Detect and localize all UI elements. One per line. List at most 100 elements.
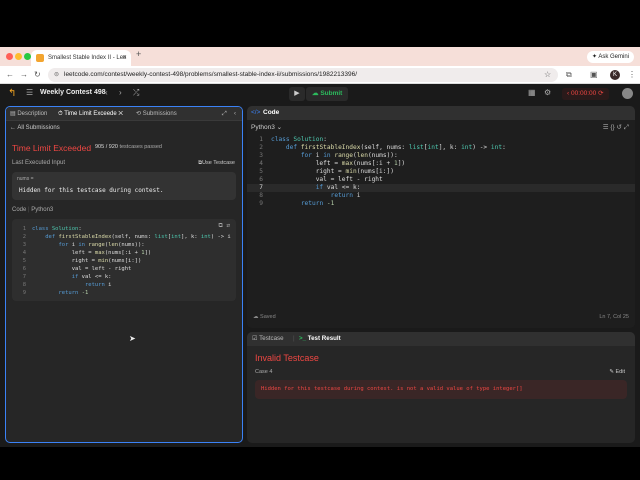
tab-testcase[interactable]: ☑ Testcase xyxy=(252,332,284,346)
url-text: leetcode.com/contest/weekly-contest-498/… xyxy=(64,71,358,78)
reload-icon[interactable]: ↻ xyxy=(34,68,41,82)
editor-code-line[interactable]: 8 return i xyxy=(247,192,635,200)
code-panel-header: </> Code xyxy=(247,106,635,120)
code-panel-title: Code xyxy=(263,109,280,116)
edit-testcase-button[interactable]: ✎ Edit xyxy=(609,369,625,375)
tab-submission-result-label: Time Limit Exceede xyxy=(64,111,117,117)
line-number: 1 xyxy=(259,136,263,143)
input-param-value: Hidden for this testcase during contest. xyxy=(19,187,164,194)
code-text: for i in range(len(nums)): xyxy=(58,242,145,248)
tab-description[interactable]: ▤ Description xyxy=(10,107,47,121)
line-number: 1 xyxy=(22,226,26,232)
editor-code-line[interactable]: 9 return -1 xyxy=(247,200,635,208)
use-testcase-button[interactable]: ⧉Use Testcase xyxy=(198,160,235,167)
maximize-window-button[interactable] xyxy=(24,53,31,60)
editor-code-line[interactable]: 3 for i in range(len(nums)): xyxy=(247,152,635,160)
shuffle-icon[interactable]: ⤮ xyxy=(133,88,139,98)
tab-submissions[interactable]: ⟲ Submissions xyxy=(136,107,177,121)
address-bar[interactable]: ⊜ leetcode.com/contest/weekly-contest-49… xyxy=(48,68,558,82)
line-number: 9 xyxy=(259,200,263,207)
close-window-button[interactable] xyxy=(6,53,13,60)
bookmark-star-icon[interactable]: ☆ xyxy=(544,68,551,82)
close-tab-icon[interactable]: ✕ xyxy=(118,111,123,117)
site-info-icon[interactable]: ⊜ xyxy=(54,68,59,82)
line-number: 2 xyxy=(259,144,263,151)
tab-submission-result[interactable]: ⏱ Time Limit Exceede ✕ xyxy=(58,107,123,121)
code-label-text: Code xyxy=(12,207,27,213)
save-status: ☁ Saved xyxy=(253,314,276,320)
screen: Smallest Stable Index II - Lee ✕ + ✦ Ask… xyxy=(0,0,640,480)
cursor-position: Ln 7, Col 25 xyxy=(599,314,629,320)
forward-icon[interactable]: → xyxy=(20,68,28,82)
line-number: 3 xyxy=(259,152,263,159)
last-input-box: nums = Hidden for this testcase during c… xyxy=(12,172,236,200)
code-text: class Solution: xyxy=(271,136,327,143)
code-text: def firstStableIndex(self, nums: list[in… xyxy=(285,144,506,151)
line-number: 4 xyxy=(22,250,26,256)
collapse-panel-icon[interactable]: ‹ xyxy=(234,107,236,121)
testcases-passed: 905 / 920 testcases passed xyxy=(95,144,162,150)
code-text: return -1 xyxy=(58,290,89,296)
code-text: if val <= k: xyxy=(71,274,112,280)
line-number: 9 xyxy=(22,290,26,296)
settings-gear-icon[interactable]: ⚙ xyxy=(544,88,551,97)
leetcode-logo-icon[interactable]: ↰ xyxy=(8,88,18,100)
format-icon[interactable]: ☰ xyxy=(603,124,609,131)
browser-window: Smallest Stable Index II - Lee ✕ + ✦ Ask… xyxy=(0,47,640,447)
contest-timer[interactable]: ‹ 00:00:00 ⟳ xyxy=(562,88,609,100)
code-text: left = max(nums[:i + 1]) xyxy=(32,250,152,256)
ask-gemini-label: Ask Gemini xyxy=(598,54,629,60)
editor-code-line[interactable]: 7 if val <= k: xyxy=(247,184,635,192)
tab-test-result[interactable]: >_ Test Result xyxy=(299,332,341,346)
editor-code-line[interactable]: 6 val = left - right xyxy=(247,176,635,184)
browser-tab[interactable]: Smallest Stable Index II - Lee ✕ xyxy=(31,50,131,66)
code-editor[interactable]: 1 class Solution: 2 def firstStableIndex(s… xyxy=(247,136,635,286)
layout-icon[interactable]: ▦ xyxy=(528,88,536,97)
close-tab-icon[interactable]: ✕ xyxy=(122,50,127,66)
line-number: 6 xyxy=(22,266,26,272)
passed-suffix: testcases passed xyxy=(119,144,162,150)
submitted-code-block: ⧉ ⇄ 1 class Solution: 2 def firstStableInd… xyxy=(12,219,236,301)
share-icon[interactable]: ⇄ xyxy=(226,222,230,229)
pencil-icon: ✎ xyxy=(609,369,614,375)
tab-strip: Smallest Stable Index II - Lee ✕ + ✦ Ask… xyxy=(0,47,640,66)
ask-gemini-button[interactable]: ✦ Ask Gemini xyxy=(586,51,634,63)
next-problem-icon[interactable]: › xyxy=(119,88,122,97)
code-text: def firstStableIndex(self, nums: list[in… xyxy=(45,234,231,240)
extensions-icon[interactable]: ⧉ xyxy=(566,68,572,82)
expand-panel-icon[interactable]: ⤢ xyxy=(222,107,227,121)
reset-icon[interactable]: ↺ xyxy=(617,124,622,131)
copy-icon[interactable]: ⧉ xyxy=(218,222,222,229)
all-submissions-link[interactable]: ← All Submissions xyxy=(10,125,60,131)
chrome-menu-icon[interactable]: ⋮ xyxy=(628,68,636,82)
prev-problem-icon[interactable]: ‹ xyxy=(105,88,108,97)
cloud-upload-icon: ☁ xyxy=(312,90,319,97)
test-result-panel: ☑ Testcase | >_ Test Result Invalid Test… xyxy=(247,332,635,443)
code-label: Code | Python3 xyxy=(12,207,54,213)
sidebar-icon[interactable]: ▣ xyxy=(590,68,598,82)
code-text: left = max(nums[:i + 1]) xyxy=(271,160,406,167)
user-avatar[interactable] xyxy=(622,88,633,99)
line-number: 4 xyxy=(259,160,263,167)
code-text: class Solution: xyxy=(32,226,82,232)
editor-code-line[interactable]: 4 left = max(nums[:i + 1]) xyxy=(247,160,635,168)
editor-tools: ☰ {} ↺ ⤢ xyxy=(603,123,629,132)
code-text: return -1 xyxy=(300,200,335,207)
editor-code-line[interactable]: 1 class Solution: xyxy=(247,136,635,144)
profile-avatar[interactable]: K xyxy=(610,70,620,80)
contest-title[interactable]: Weekly Contest 498 xyxy=(40,89,106,96)
minimize-window-button[interactable] xyxy=(15,53,22,60)
editor-code-line[interactable]: 2 def firstStableIndex(self, nums: list[… xyxy=(247,144,635,152)
run-button[interactable]: ▶ xyxy=(289,87,305,101)
language-select[interactable]: Python3 ⌄ xyxy=(251,123,282,131)
new-tab-button[interactable]: + xyxy=(136,49,141,59)
fullscreen-icon[interactable]: ⤢ xyxy=(624,124,629,131)
problem-list-icon[interactable]: ☰ xyxy=(26,88,33,97)
navigation-bar: ← → ↻ ⊜ leetcode.com/contest/weekly-cont… xyxy=(0,66,640,84)
braces-icon[interactable]: {} xyxy=(610,124,614,131)
back-icon[interactable]: ← xyxy=(6,68,14,82)
editor-code-line[interactable]: 5 right = min(nums[i:]) xyxy=(247,168,635,176)
submit-button[interactable]: ☁ Submit xyxy=(306,87,348,101)
code-text: right = min(nums[i:]) xyxy=(32,258,142,264)
test-result-heading: Invalid Testcase xyxy=(255,353,319,363)
